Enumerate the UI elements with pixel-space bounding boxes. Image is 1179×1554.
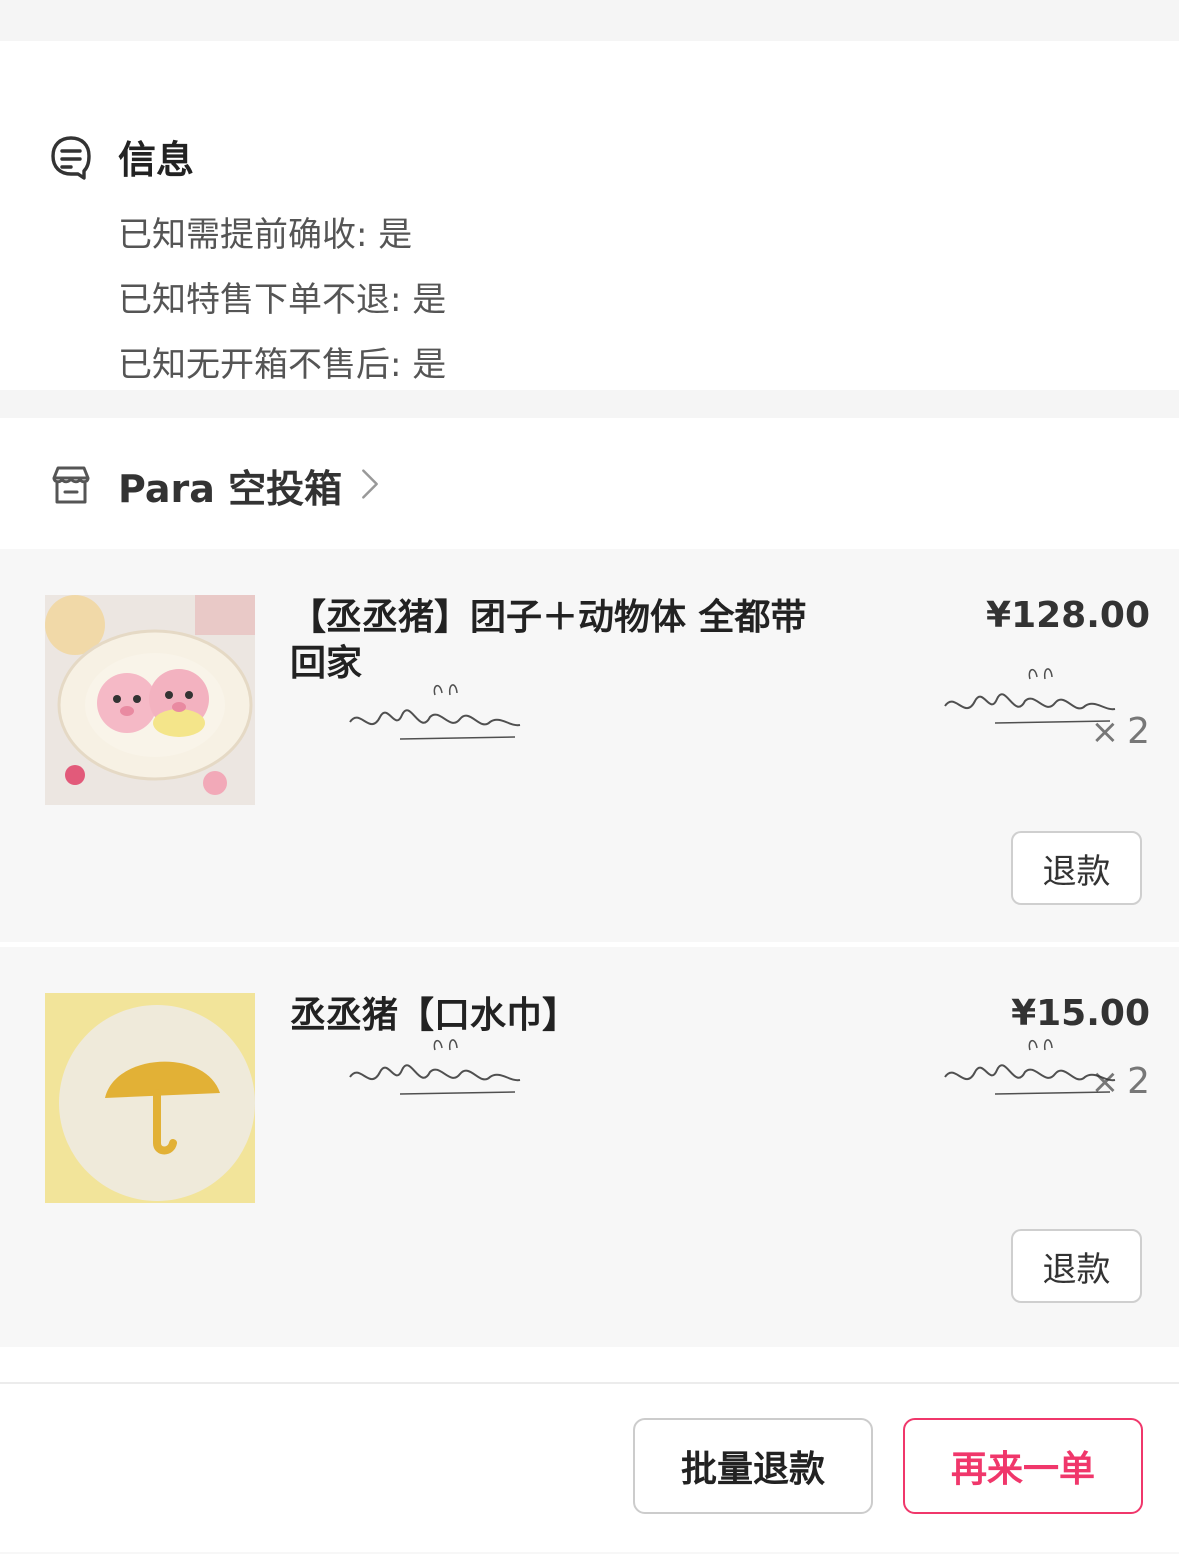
info-lines: 已知需提前确收: 是 已知特售下单不退: 是 已知无开箱不售后: 是: [118, 213, 446, 408]
refund-button[interactable]: 退款: [1011, 1229, 1142, 1303]
shop-name[interactable]: Para 空投箱: [118, 458, 342, 513]
product-image[interactable]: [45, 993, 255, 1203]
shop-header[interactable]: Para 空投箱: [0, 418, 1179, 549]
product-image[interactable]: [45, 595, 255, 805]
product-photo-plush-plate: [45, 595, 255, 805]
message-note-icon: [51, 135, 91, 180]
order-item: 丞丞猪【口水巾】 ¥15.00 × 2 退款: [0, 947, 1179, 1347]
quantity-value: 2: [1127, 711, 1150, 752]
product-title[interactable]: 【丞丞猪】团子＋动物体 全都带回家: [290, 595, 830, 687]
bottom-action-bar: 批量退款 再来一单: [0, 1384, 1179, 1552]
store-icon: [52, 466, 90, 504]
product-price: ¥128.00: [986, 595, 1150, 636]
refund-button[interactable]: 退款: [1011, 831, 1142, 905]
top-spacer: [0, 0, 1179, 41]
watermark-signature: [349, 1039, 521, 1095]
info-header: 信息: [48, 129, 194, 184]
product-quantity: × 2: [1091, 1061, 1150, 1102]
watermark-signature: [349, 684, 521, 740]
product-title[interactable]: 丞丞猪【口水巾】: [290, 993, 830, 1039]
product-photo-bib-umbrella: [45, 993, 255, 1203]
info-line: 已知特售下单不退: 是: [118, 280, 447, 320]
product-price: ¥15.00: [1011, 993, 1150, 1034]
info-line: 已知需提前确收: 是: [118, 215, 413, 255]
info-line: 已知无开箱不售后: 是: [118, 345, 447, 385]
info-title: 信息: [118, 138, 195, 182]
quantity-multiply-symbol: ×: [1090, 1062, 1120, 1102]
product-quantity: × 2: [1091, 711, 1150, 752]
batch-refund-button[interactable]: 批量退款: [633, 1418, 873, 1514]
info-card: 信息 已知需提前确收: 是 已知特售下单不退: 是 已知无开箱不售后: 是: [0, 41, 1179, 390]
chevron-right-icon[interactable]: [360, 466, 380, 502]
quantity-value: 2: [1127, 1061, 1150, 1102]
order-item: 【丞丞猪】团子＋动物体 全都带回家 ¥128.00 × 2 退款: [0, 549, 1179, 942]
footer-separator: [0, 1347, 1179, 1384]
quantity-multiply-symbol: ×: [1090, 712, 1120, 752]
reorder-button[interactable]: 再来一单: [903, 1418, 1143, 1514]
